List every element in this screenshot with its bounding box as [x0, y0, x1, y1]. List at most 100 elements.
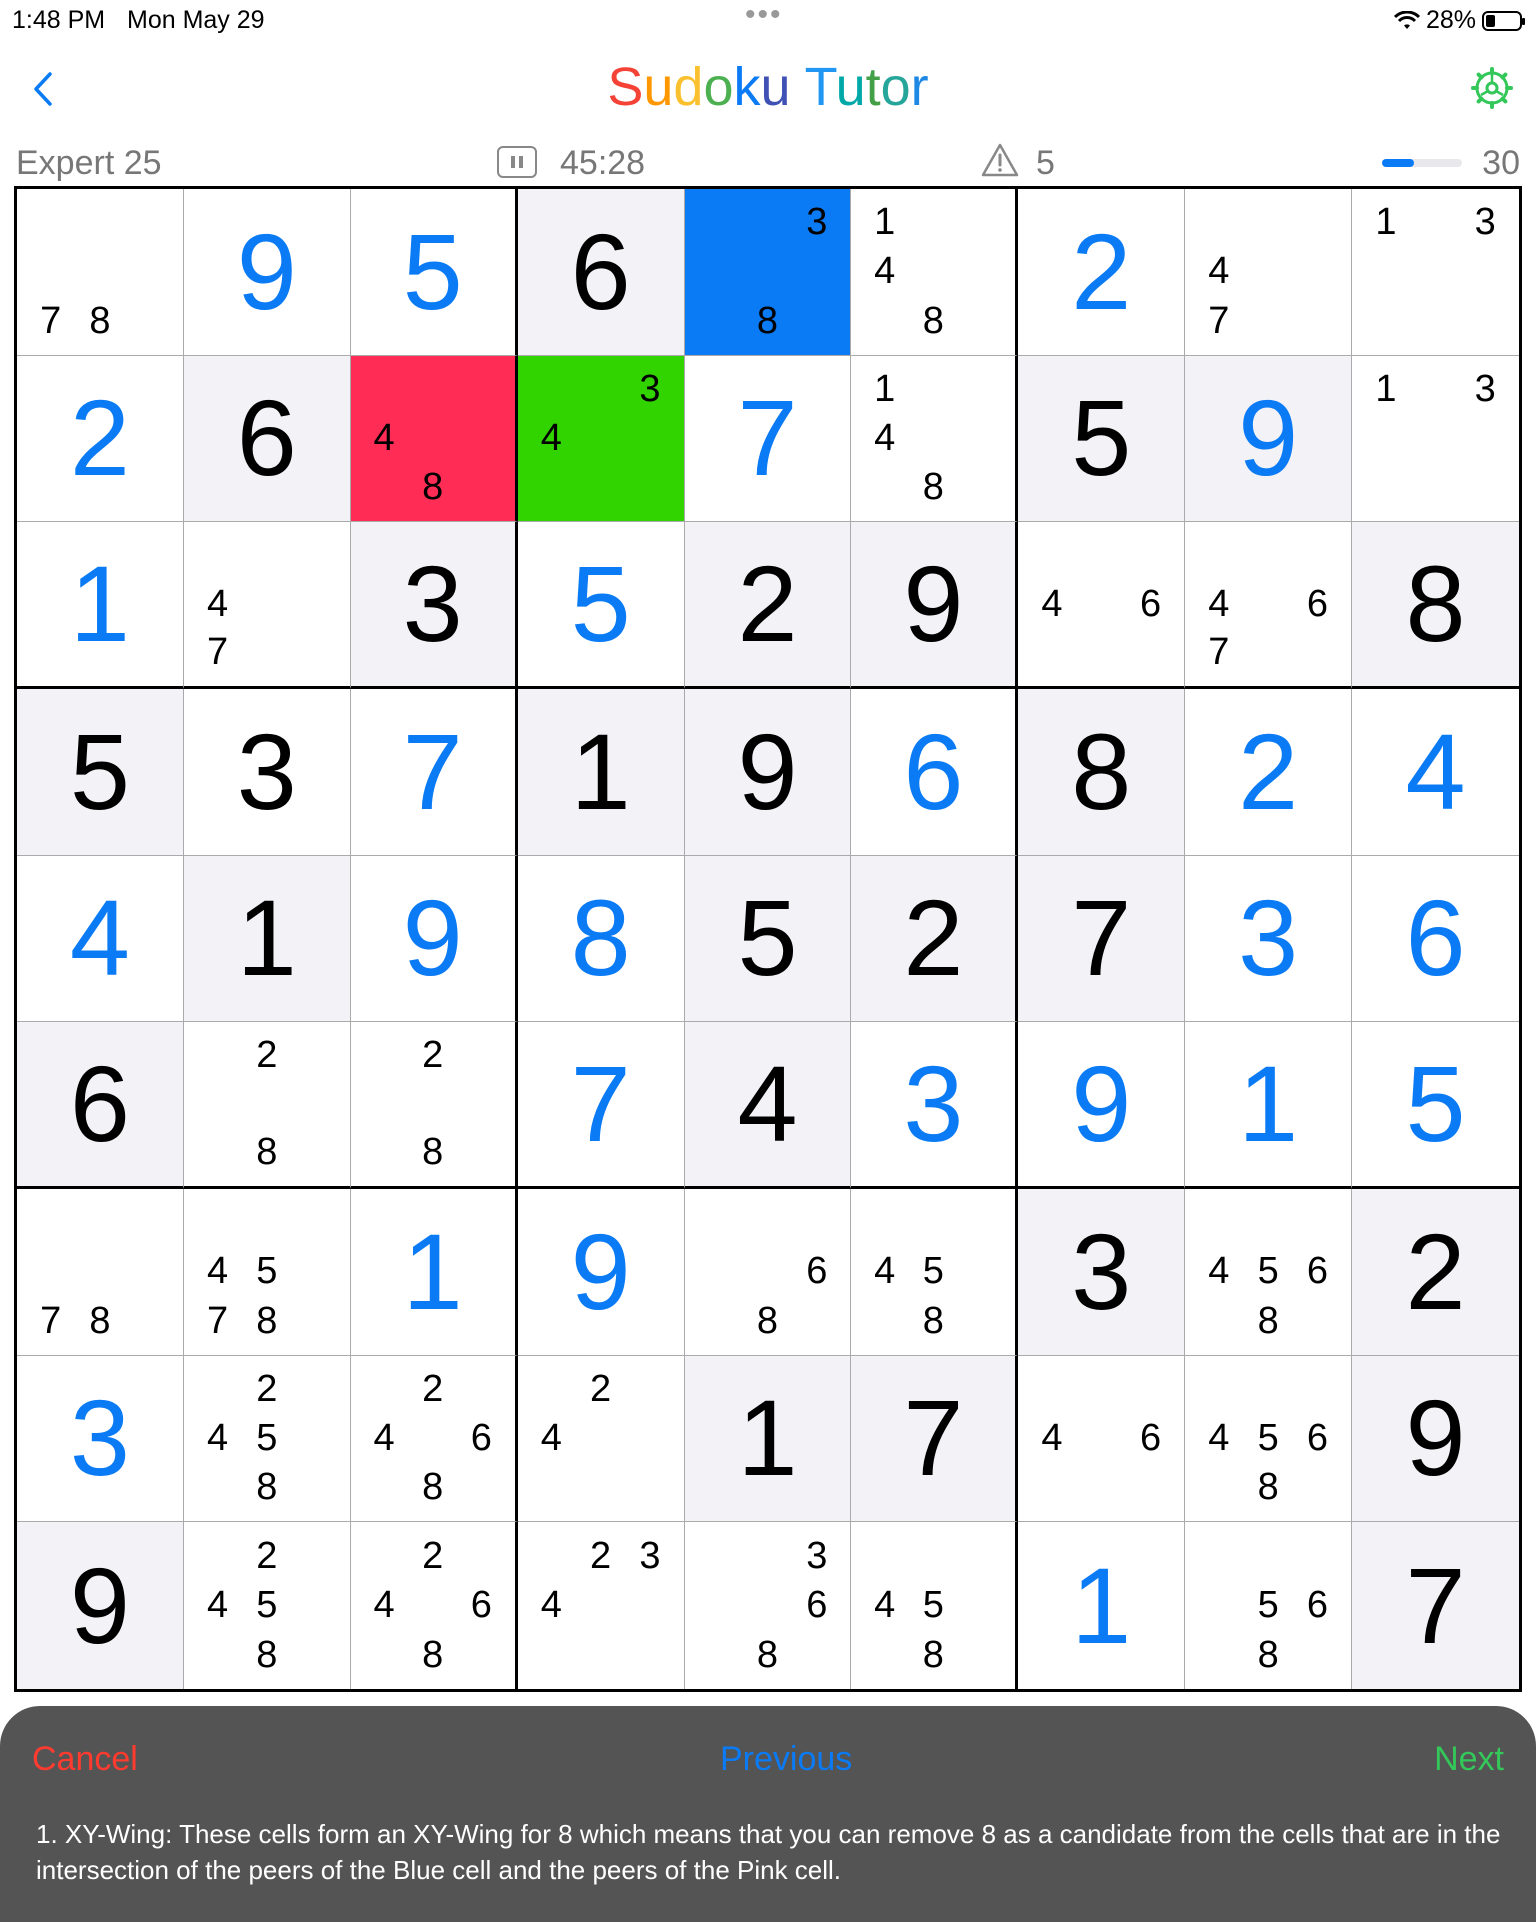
candidate-6: 6: [1140, 1416, 1162, 1459]
sudoku-cell-r5c7[interactable]: 7: [1018, 855, 1186, 1023]
sudoku-cell-r1c6[interactable]: 1 48: [851, 189, 1019, 356]
cancel-button[interactable]: Cancel: [32, 1740, 138, 1779]
multitasking-dots-icon[interactable]: •••: [745, 0, 783, 32]
sudoku-cell-r2c7[interactable]: 5: [1018, 355, 1186, 523]
candidate-8: 8: [89, 1299, 111, 1342]
sudoku-cell-r1c9[interactable]: 13: [1352, 189, 1519, 356]
sudoku-cell-r6c9[interactable]: 5: [1352, 1022, 1519, 1189]
candidate-6: [291, 1581, 340, 1631]
sudoku-cell-r9c6[interactable]: 45 8: [851, 1522, 1019, 1689]
sudoku-cell-r1c7[interactable]: 2: [1018, 189, 1186, 356]
sudoku-cell-r9c4[interactable]: 23 4: [517, 1522, 685, 1689]
sudoku-cell-r4c3[interactable]: 7: [350, 689, 518, 856]
sudoku-cell-r1c2[interactable]: 9: [183, 189, 351, 356]
sudoku-cell-r4c4[interactable]: 1: [517, 689, 685, 856]
sudoku-cell-r7c9[interactable]: 2: [1352, 1189, 1519, 1356]
sudoku-cell-r6c2[interactable]: 28: [183, 1022, 351, 1189]
sudoku-cell-r8c9[interactable]: 9: [1352, 1355, 1519, 1523]
sudoku-cell-r8c2[interactable]: 245 8: [183, 1355, 351, 1523]
sudoku-cell-r5c9[interactable]: 6: [1352, 855, 1519, 1023]
sudoku-cell-r1c1[interactable]: 78: [17, 189, 184, 356]
sudoku-cell-r2c3[interactable]: 48: [350, 355, 518, 523]
sudoku-cell-r1c8[interactable]: 47: [1185, 189, 1353, 356]
sudoku-cell-r3c1[interactable]: 1: [17, 522, 184, 689]
sudoku-cell-r4c2[interactable]: 3: [183, 689, 351, 856]
sudoku-cell-r5c5[interactable]: 5: [684, 855, 852, 1023]
pause-icon[interactable]: [497, 146, 537, 178]
sudoku-cell-r9c7[interactable]: 1: [1018, 1522, 1186, 1689]
sudoku-cell-r7c6[interactable]: 45 8: [851, 1189, 1019, 1356]
sudoku-cell-r2c6[interactable]: 1 48: [851, 355, 1019, 523]
sudoku-cell-r9c1[interactable]: 9: [17, 1522, 184, 1689]
sudoku-cell-r6c3[interactable]: 28: [350, 1022, 518, 1189]
sudoku-cell-r3c3[interactable]: 3: [350, 522, 518, 689]
candidate-notes: 28: [360, 1031, 506, 1177]
sudoku-cell-r1c5[interactable]: 38: [684, 189, 852, 356]
sudoku-cell-r9c5[interactable]: 3 68: [684, 1522, 852, 1689]
candidate-6: [958, 1581, 1007, 1631]
sudoku-cell-r5c4[interactable]: 8: [517, 855, 685, 1023]
sudoku-cell-r5c2[interactable]: 1: [183, 855, 351, 1023]
sudoku-cell-r5c6[interactable]: 2: [851, 855, 1019, 1023]
sudoku-cell-r7c3[interactable]: 1: [350, 1189, 518, 1356]
candidate-5: 5: [256, 1416, 278, 1459]
sudoku-cell-r8c7[interactable]: 46: [1018, 1355, 1186, 1523]
page-title: Sudoku Tutor: [607, 57, 929, 117]
previous-button[interactable]: Previous: [720, 1740, 852, 1779]
cell-value: 1: [570, 710, 631, 832]
sudoku-cell-r7c5[interactable]: 68: [684, 1189, 852, 1356]
sudoku-cell-r4c9[interactable]: 4: [1352, 689, 1519, 856]
sudoku-cell-r4c6[interactable]: 6: [851, 689, 1019, 856]
sudoku-cell-r2c1[interactable]: 2: [17, 355, 184, 523]
sudoku-cell-r3c2[interactable]: 47: [183, 522, 351, 689]
candidate-4: 4: [206, 1250, 229, 1293]
candidate-4: 4: [373, 416, 395, 459]
sudoku-cell-r3c8[interactable]: 4 6 7: [1185, 522, 1353, 689]
sudoku-cell-r6c5[interactable]: 4: [684, 1022, 852, 1189]
sudoku-cell-r4c7[interactable]: 8: [1018, 689, 1186, 856]
sudoku-cell-r1c3[interactable]: 5: [350, 189, 518, 356]
sudoku-cell-r7c4[interactable]: 9: [517, 1189, 685, 1356]
sudoku-cell-r1c4[interactable]: 6: [517, 189, 685, 356]
sudoku-cell-r7c8[interactable]: 4568: [1185, 1189, 1353, 1356]
sudoku-cell-r4c1[interactable]: 5: [17, 689, 184, 856]
sudoku-cell-r6c1[interactable]: 6: [17, 1022, 184, 1189]
sudoku-cell-r6c7[interactable]: 9: [1018, 1022, 1186, 1189]
sudoku-cell-r6c8[interactable]: 1: [1185, 1022, 1353, 1189]
sudoku-cell-r2c2[interactable]: 6: [183, 355, 351, 523]
sudoku-cell-r5c3[interactable]: 9: [350, 855, 518, 1023]
sudoku-cell-r6c6[interactable]: 3: [851, 1022, 1019, 1189]
sudoku-cell-r8c4[interactable]: 24: [517, 1355, 685, 1523]
sudoku-cell-r8c3[interactable]: 24 68: [350, 1355, 518, 1523]
sudoku-cell-r8c1[interactable]: 3: [17, 1355, 184, 1523]
sudoku-cell-r6c4[interactable]: 7: [517, 1022, 685, 1189]
sudoku-cell-r3c9[interactable]: 8: [1352, 522, 1519, 689]
sudoku-cell-r7c2[interactable]: 4578: [183, 1189, 351, 1356]
sudoku-cell-r9c8[interactable]: 568: [1185, 1522, 1353, 1689]
sudoku-cell-r3c7[interactable]: 46: [1018, 522, 1186, 689]
sudoku-cell-r2c4[interactable]: 34: [517, 355, 685, 523]
sudoku-cell-r3c6[interactable]: 9: [851, 522, 1019, 689]
sudoku-cell-r5c8[interactable]: 3: [1185, 855, 1353, 1023]
cell-value: 7: [1071, 877, 1132, 999]
sudoku-cell-r4c5[interactable]: 9: [684, 689, 852, 856]
sudoku-cell-r9c2[interactable]: 245 8: [183, 1522, 351, 1689]
sudoku-cell-r7c7[interactable]: 3: [1018, 1189, 1186, 1356]
sudoku-cell-r8c6[interactable]: 7: [851, 1355, 1019, 1523]
sudoku-cell-r3c4[interactable]: 5: [517, 522, 685, 689]
sudoku-cell-r3c5[interactable]: 2: [684, 522, 852, 689]
sudoku-cell-r8c5[interactable]: 1: [684, 1355, 852, 1523]
sudoku-cell-r9c3[interactable]: 24 68: [350, 1522, 518, 1689]
sudoku-cell-r7c1[interactable]: 78: [17, 1189, 184, 1356]
sudoku-cell-r9c9[interactable]: 7: [1352, 1522, 1519, 1689]
sudoku-cell-r2c8[interactable]: 9: [1185, 355, 1353, 523]
candidate-8: [1244, 296, 1293, 345]
cell-value: 6: [903, 710, 964, 832]
sudoku-cell-r2c9[interactable]: 13: [1352, 355, 1519, 523]
sudoku-cell-r8c8[interactable]: 4568: [1185, 1355, 1353, 1523]
sudoku-cell-r4c8[interactable]: 2: [1185, 689, 1353, 856]
gear-icon[interactable]: [1470, 66, 1514, 110]
next-button[interactable]: Next: [1434, 1740, 1504, 1779]
sudoku-cell-r5c1[interactable]: 4: [17, 855, 184, 1023]
sudoku-cell-r2c5[interactable]: 7: [684, 355, 852, 523]
